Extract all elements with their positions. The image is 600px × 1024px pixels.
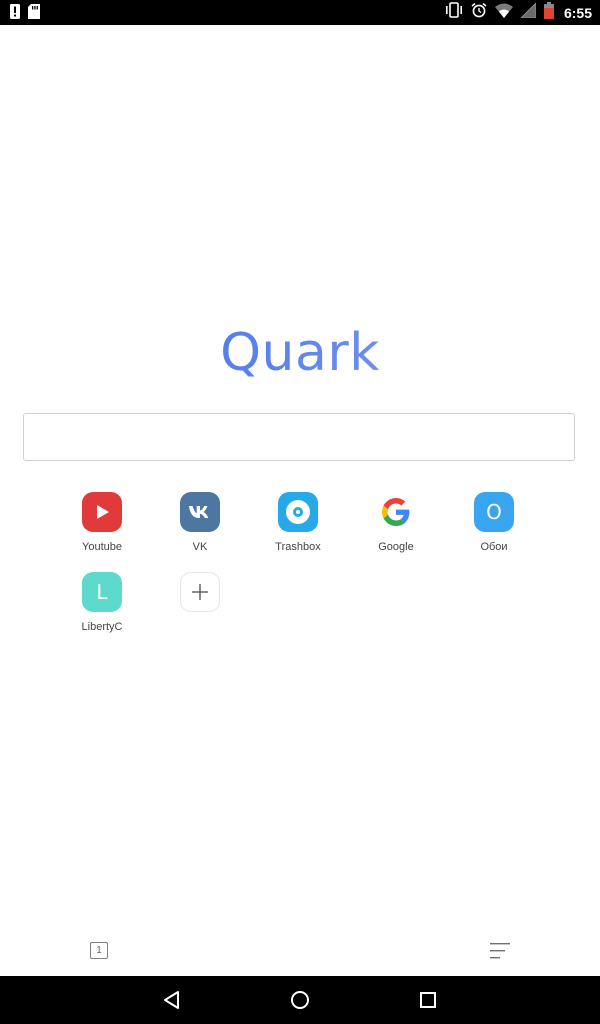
alarm-icon: [471, 2, 487, 23]
oboi-letter: O: [486, 500, 502, 524]
navigation-bar: [0, 976, 600, 1024]
status-right-icons: 6:55: [445, 0, 592, 25]
shortcut-vk[interactable]: VK: [150, 492, 250, 562]
tabs-button[interactable]: 1: [90, 942, 108, 959]
shortcut-label: LibertyC: [81, 621, 123, 633]
shortcut-label: Youtube: [82, 541, 122, 553]
trashbox-icon: [278, 492, 318, 532]
home-button[interactable]: [288, 988, 312, 1012]
oboi-icon: O: [474, 492, 514, 532]
quark-logo: Quark: [0, 322, 600, 384]
vibrate-icon: [445, 2, 463, 23]
shortcut-label: VK: [192, 541, 208, 553]
sd-card-icon: [28, 4, 40, 24]
status-bar: 6:55: [0, 0, 600, 25]
status-time: 6:55: [563, 4, 592, 21]
wifi-icon: [494, 3, 513, 23]
status-left-icons: [10, 4, 40, 24]
libertyc-icon: L: [82, 572, 122, 612]
recents-square-icon: [420, 992, 436, 1008]
shortcut-label: Обои: [480, 541, 508, 553]
warning-icon: [10, 4, 20, 24]
menu-button[interactable]: [488, 940, 512, 962]
recents-button[interactable]: [416, 988, 440, 1012]
shortcut-trashbox[interactable]: Trashbox: [248, 492, 348, 562]
shortcut-libertyc[interactable]: L LibertyC: [52, 572, 152, 642]
menu-lines-icon: [490, 943, 510, 959]
battery-icon: [543, 1, 554, 24]
back-button[interactable]: [160, 988, 184, 1012]
back-triangle-icon: [164, 991, 179, 1009]
vk-icon: [180, 492, 220, 532]
youtube-icon: [82, 492, 122, 532]
search-input[interactable]: [23, 413, 575, 461]
shortcut-label: Google: [378, 541, 414, 553]
shortcut-youtube[interactable]: Youtube: [52, 492, 152, 562]
plus-icon: [180, 572, 220, 612]
shortcut-oboi[interactable]: O Обои: [444, 492, 544, 562]
add-shortcut-button[interactable]: [150, 572, 250, 642]
shortcut-google[interactable]: Google: [346, 492, 446, 562]
shortcut-label: Trashbox: [275, 541, 321, 553]
libertyc-letter: L: [96, 580, 108, 604]
home-circle-icon: [291, 991, 309, 1009]
google-icon: [376, 492, 416, 532]
signal-icon: [520, 1, 537, 23]
